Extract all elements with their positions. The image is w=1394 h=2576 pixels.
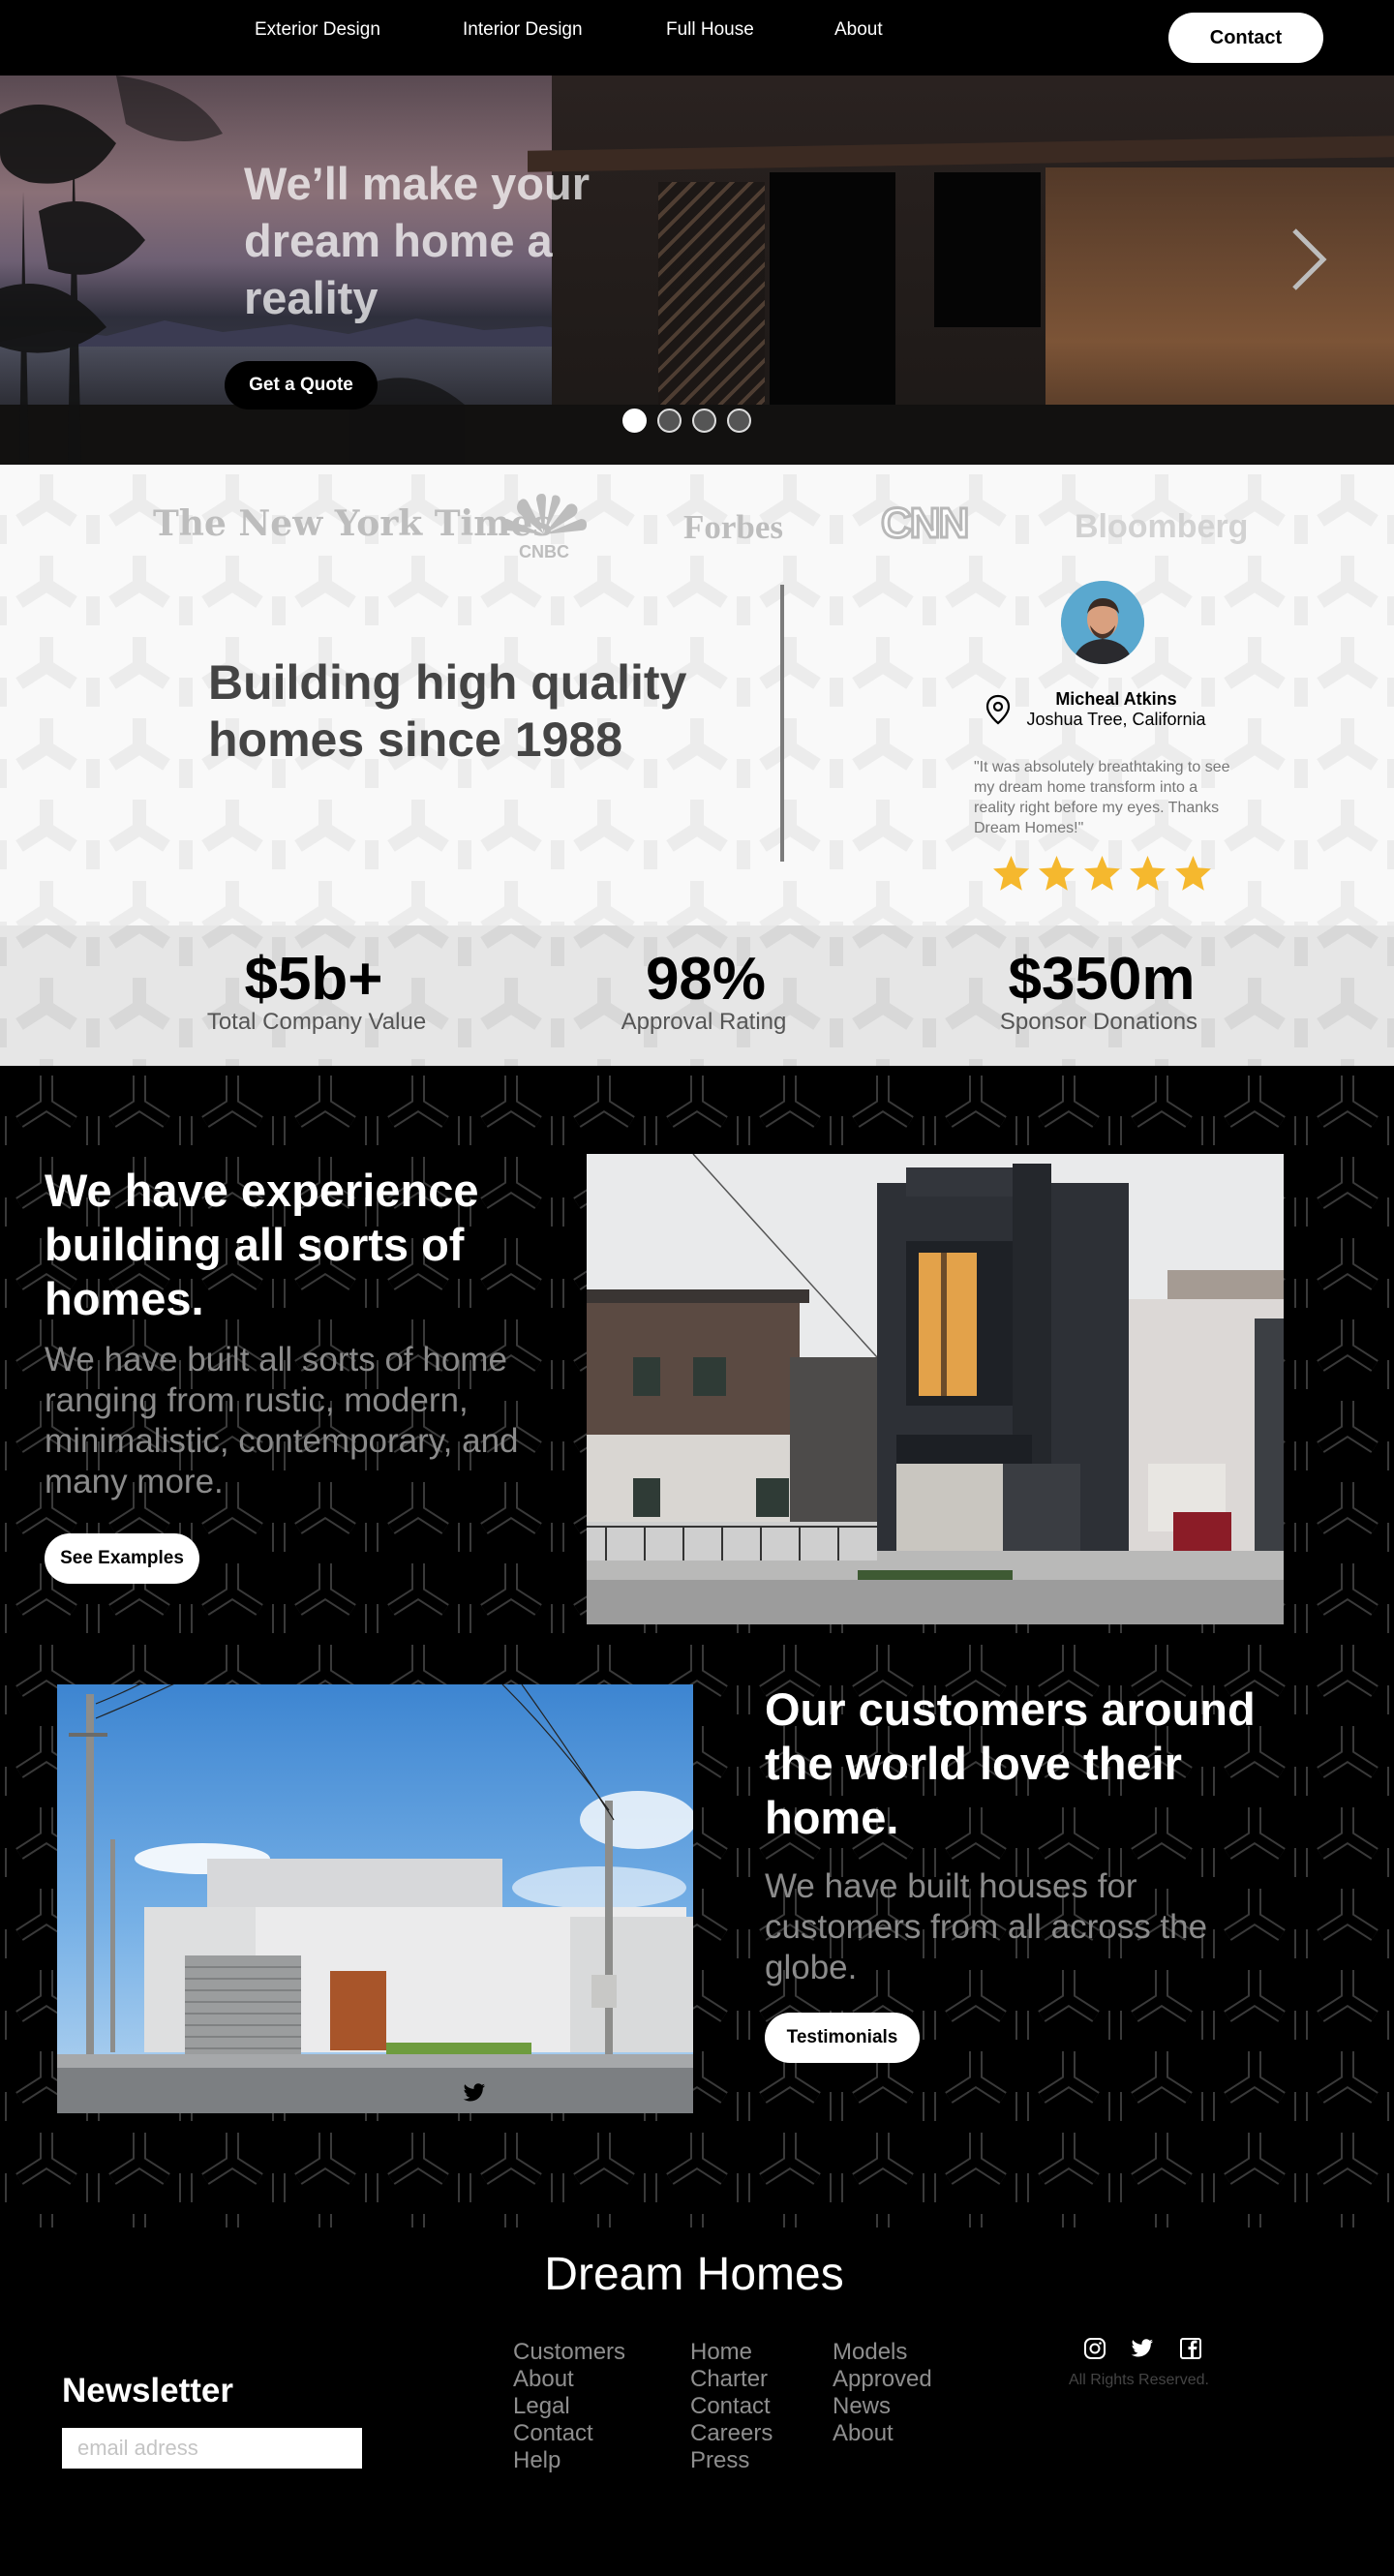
footer-link[interactable]: About bbox=[513, 2366, 625, 2393]
footer-link[interactable]: Charter bbox=[690, 2366, 773, 2393]
nav-link-interior-design[interactable]: Interior Design bbox=[463, 19, 583, 41]
experience-text: We have built all sorts of home ranging … bbox=[45, 1341, 519, 1500]
carousel-dot-2[interactable] bbox=[657, 409, 682, 433]
newsletter-heading: Newsletter bbox=[62, 2372, 234, 2409]
logo-cnbc: CNBC bbox=[501, 494, 587, 561]
hero-image-panel bbox=[770, 172, 895, 409]
testimonial-location: Joshua Tree, California bbox=[1026, 710, 1206, 729]
testimonials-button[interactable]: Testimonials bbox=[765, 2013, 920, 2063]
star-icon bbox=[993, 856, 1029, 891]
footer-link[interactable]: Contact bbox=[690, 2393, 773, 2420]
footer-column-1: Customers About Legal Contact Help bbox=[513, 2339, 625, 2474]
star-icon bbox=[1039, 856, 1075, 891]
logo-cnn: CNN bbox=[879, 499, 970, 549]
nav-link-full-house[interactable]: Full House bbox=[666, 19, 754, 41]
stat-label-donations: Sponsor Donations bbox=[999, 1009, 1198, 1035]
nav-link-about[interactable]: About bbox=[834, 19, 883, 41]
top-nav: Exterior Design Interior Design Full Hou… bbox=[0, 0, 1394, 76]
stat-value-donations: $350m bbox=[1008, 946, 1196, 1013]
hero-image-panel bbox=[934, 172, 1041, 327]
svg-text:CNBC: CNBC bbox=[519, 542, 569, 561]
twitter-icon[interactable] bbox=[463, 2083, 486, 2103]
footer-column-2: Home Charter Contact Careers Press bbox=[690, 2339, 773, 2474]
get-a-quote-button[interactable]: Get a Quote bbox=[225, 361, 378, 409]
avatar bbox=[1061, 581, 1144, 664]
carousel-dot-3[interactable] bbox=[692, 409, 716, 433]
facebook-icon[interactable] bbox=[1179, 2337, 1202, 2360]
since-1988-heading: Building high quality homes since 1988 bbox=[208, 655, 687, 767]
carousel-dot-1[interactable] bbox=[622, 409, 647, 433]
instagram-icon[interactable] bbox=[1083, 2337, 1106, 2360]
testimonial-name: Micheal Atkins bbox=[1055, 689, 1177, 709]
stat-label-company: Total Company Value bbox=[206, 1009, 427, 1035]
experience-heading: We have experience building all sorts of… bbox=[45, 1165, 479, 1324]
see-examples-button[interactable]: See Examples bbox=[45, 1533, 199, 1584]
footer-link[interactable]: Contact bbox=[513, 2420, 625, 2447]
testimonial-quote: "It was absolutely breathtaking to see m… bbox=[974, 759, 1230, 836]
hero-carousel: We’ll make your dream home a reality Get… bbox=[0, 76, 1394, 465]
footer-link[interactable]: Press bbox=[690, 2447, 773, 2474]
footer-link[interactable]: Models bbox=[833, 2339, 932, 2366]
footer-link[interactable]: Home bbox=[690, 2339, 773, 2366]
carousel-dots bbox=[622, 409, 751, 433]
newsletter-email-input[interactable] bbox=[62, 2428, 362, 2469]
footer-link[interactable]: Approved bbox=[833, 2366, 932, 2393]
copyright-text: All Rights Reserved. bbox=[1069, 2372, 1209, 2388]
footer-brand: Dream Homes bbox=[544, 2249, 844, 2300]
modern-house-photo bbox=[587, 1154, 1284, 1624]
rating-stars bbox=[991, 854, 1213, 894]
star-icon bbox=[1175, 856, 1211, 891]
logo-forbes: Forbes bbox=[683, 508, 784, 546]
customers-heading: Our customers around the world love thei… bbox=[765, 1683, 1256, 1843]
footer-link[interactable]: About bbox=[833, 2420, 932, 2447]
logo-bloomberg: Bloomberg bbox=[1075, 508, 1249, 545]
vertical-divider bbox=[780, 585, 784, 862]
contact-button[interactable]: Contact bbox=[1168, 13, 1323, 63]
footer-link[interactable]: Careers bbox=[690, 2420, 773, 2447]
customers-text: We have built houses for customers from … bbox=[765, 1867, 1208, 1986]
hero-image-stairs bbox=[658, 182, 765, 405]
twitter-icon[interactable] bbox=[1131, 2337, 1154, 2360]
footer-link[interactable]: News bbox=[833, 2393, 932, 2420]
logo-new-york-times: The New York Times bbox=[153, 503, 553, 544]
carousel-dot-4[interactable] bbox=[727, 409, 751, 433]
chevron-right-icon[interactable] bbox=[1285, 221, 1333, 298]
star-icon bbox=[1084, 856, 1120, 891]
star-icon bbox=[1130, 856, 1166, 891]
footer-link[interactable]: Help bbox=[513, 2447, 625, 2474]
nav-link-exterior-design[interactable]: Exterior Design bbox=[255, 19, 380, 41]
hero-title: We’ll make your dream home a reality bbox=[244, 158, 590, 323]
footer-column-3: Models Approved News About bbox=[833, 2339, 932, 2447]
stat-value-approval: 98% bbox=[645, 946, 767, 1013]
footer-link[interactable]: Customers bbox=[513, 2339, 625, 2366]
footer-link[interactable]: Legal bbox=[513, 2393, 625, 2420]
white-house-photo bbox=[57, 1684, 693, 2113]
stat-value-company: $5b+ bbox=[244, 946, 383, 1013]
stat-label-approval: Approval Rating bbox=[621, 1009, 787, 1035]
